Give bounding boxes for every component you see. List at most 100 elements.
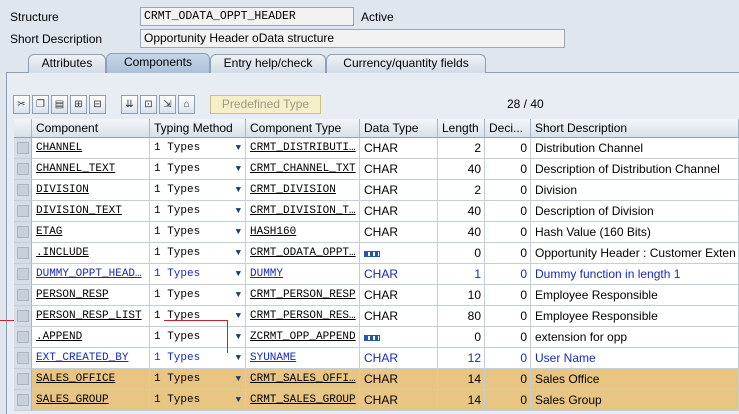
- component-type-cell[interactable]: CRMT_SALES_OFFI…: [246, 369, 360, 390]
- table-row[interactable]: PERSON_RESP_LIST 1 Types ▼ CRMT_PERSON_RES……: [14, 306, 739, 327]
- component-type-cell[interactable]: CRMT_ODATA_OPPT…: [246, 243, 360, 264]
- chevron-down-icon[interactable]: ▼: [236, 327, 241, 347]
- table-row[interactable]: EXT_CREATED_BY 1 Types ▼ SYUNAME CHAR 12 0 User…: [14, 348, 739, 369]
- paste-icon[interactable]: ▤: [51, 95, 68, 114]
- find-icon[interactable]: ⇊: [121, 95, 138, 114]
- column-header-data-type[interactable]: Data Type: [360, 119, 438, 138]
- table-row[interactable]: PERSON_RESP 1 Types ▼ CRMT_PERSON_RESP CHAR 1…: [14, 285, 739, 306]
- copy-icon[interactable]: ❐: [32, 95, 49, 114]
- component-cell[interactable]: CHANNEL_TEXT: [32, 159, 150, 180]
- tab-entry-help-check[interactable]: Entry help/check: [210, 54, 326, 73]
- row-selector[interactable]: [14, 243, 32, 264]
- component-type-cell[interactable]: CRMT_PERSON_RESP: [246, 285, 360, 306]
- component-type-cell[interactable]: ZCRMT_OPP_APPEND: [246, 327, 360, 348]
- component-cell[interactable]: SALES_GROUP: [32, 390, 150, 411]
- component-type-cell[interactable]: CRMT_DISTRIBUTI…: [246, 138, 360, 159]
- structure-field[interactable]: CRMT_ODATA_OPPT_HEADER: [140, 7, 354, 26]
- tab-components[interactable]: Components: [106, 53, 210, 74]
- typing-method-dropdown[interactable]: 1 Types ▼: [150, 159, 246, 180]
- column-header-short-description[interactable]: Short Description: [531, 119, 739, 138]
- typing-method-dropdown[interactable]: 1 Types ▼: [150, 243, 246, 264]
- chevron-down-icon[interactable]: ▼: [236, 306, 241, 326]
- short-description-field[interactable]: Opportunity Header oData structure: [140, 29, 565, 48]
- component-cell[interactable]: PERSON_RESP: [32, 285, 150, 306]
- column-select[interactable]: [14, 119, 32, 138]
- component-cell[interactable]: DIVISION: [32, 180, 150, 201]
- row-selector[interactable]: [14, 390, 32, 411]
- chevron-down-icon[interactable]: ▼: [236, 348, 241, 368]
- column-header-component[interactable]: Component: [32, 119, 150, 138]
- chevron-down-icon[interactable]: ▼: [236, 264, 241, 284]
- component-cell[interactable]: DUMMY_OPPT_HEAD…: [32, 264, 150, 285]
- component-cell[interactable]: .INCLUDE: [32, 243, 150, 264]
- typing-method-dropdown[interactable]: 1 Types ▼: [150, 138, 246, 159]
- cut-icon[interactable]: ✂: [13, 95, 30, 114]
- table-row[interactable]: ETAG 1 Types ▼ HASH160 CHAR 40 0 Hash Value (16…: [14, 222, 739, 243]
- find-next-icon[interactable]: ⇲: [159, 95, 176, 114]
- column-header-length[interactable]: Length: [438, 119, 485, 138]
- typing-method-dropdown[interactable]: 1 Types ▼: [150, 264, 246, 285]
- component-cell[interactable]: SALES_OFFICE: [32, 369, 150, 390]
- chevron-down-icon[interactable]: ▼: [236, 138, 241, 158]
- table-row[interactable]: DIVISION_TEXT 1 Types ▼ CRMT_DIVISION_T… CHA…: [14, 201, 739, 222]
- tab-currency-quantity-fields[interactable]: Currency/quantity fields: [326, 54, 486, 73]
- row-selector[interactable]: [14, 222, 32, 243]
- table-row[interactable]: SALES_OFFICE 1 Types ▼ CRMT_SALES_OFFI… CHAR…: [14, 369, 739, 390]
- component-cell[interactable]: PERSON_RESP_LIST: [32, 306, 150, 327]
- insert-row-icon[interactable]: ⊞: [70, 95, 87, 114]
- typing-method-dropdown[interactable]: 1 Types ▼: [150, 285, 246, 306]
- delete-row-icon[interactable]: ⊟: [89, 95, 106, 114]
- component-type-cell[interactable]: CRMT_DIVISION: [246, 180, 360, 201]
- table-row[interactable]: SALES_GROUP 1 Types ▼ CRMT_SALES_GROUP CHAR 1…: [14, 390, 739, 411]
- component-type-cell[interactable]: CRMT_CHANNEL_TXT: [246, 159, 360, 180]
- row-selector[interactable]: [14, 285, 32, 306]
- row-selector[interactable]: [14, 201, 32, 222]
- column-header-decimals[interactable]: Deci...: [485, 119, 531, 138]
- typing-method-dropdown[interactable]: 1 Types ▼: [150, 180, 246, 201]
- component-type-cell[interactable]: HASH160: [246, 222, 360, 243]
- component-type-cell[interactable]: CRMT_PERSON_RES…: [246, 306, 360, 327]
- component-cell[interactable]: DIVISION_TEXT: [32, 201, 150, 222]
- chevron-down-icon[interactable]: ▼: [236, 390, 241, 410]
- row-selector[interactable]: [14, 348, 32, 369]
- insert-table-icon[interactable]: ⊡: [140, 95, 157, 114]
- move-up-icon[interactable]: ⌂: [178, 95, 195, 114]
- chevron-down-icon[interactable]: ▼: [236, 243, 241, 263]
- component-cell[interactable]: CHANNEL: [32, 138, 150, 159]
- row-selector[interactable]: [14, 264, 32, 285]
- component-type-cell[interactable]: CRMT_SALES_GROUP: [246, 390, 360, 411]
- component-cell[interactable]: .APPEND: [32, 327, 150, 348]
- chevron-down-icon[interactable]: ▼: [236, 201, 241, 221]
- typing-method-dropdown[interactable]: 1 Types ▼: [150, 369, 246, 390]
- typing-method-dropdown[interactable]: 1 Types ▼: [150, 327, 246, 348]
- table-row[interactable]: CHANNEL 1 Types ▼ CRMT_DISTRIBUTI… CHAR 2 0 Dis…: [14, 138, 739, 159]
- chevron-down-icon[interactable]: ▼: [236, 159, 241, 179]
- table-row[interactable]: DUMMY_OPPT_HEAD… 1 Types ▼ DUMMY CHAR 1 0 Dummy…: [14, 264, 739, 285]
- row-selector[interactable]: [14, 327, 32, 348]
- table-row[interactable]: DIVISION 1 Types ▼ CRMT_DIVISION CHAR 2 0 Divis…: [14, 180, 739, 201]
- component-type-cell[interactable]: CRMT_DIVISION_T…: [246, 201, 360, 222]
- typing-method-dropdown[interactable]: 1 Types ▼: [150, 348, 246, 369]
- typing-method-dropdown[interactable]: 1 Types ▼: [150, 222, 246, 243]
- component-cell[interactable]: EXT_CREATED_BY: [32, 348, 150, 369]
- row-selector[interactable]: [14, 180, 32, 201]
- table-row[interactable]: .APPEND 1 Types ▼ ZCRMT_OPP_APPEND 0 0 extensi…: [14, 327, 739, 348]
- component-type-cell[interactable]: DUMMY: [246, 264, 360, 285]
- tab-attributes[interactable]: Attributes: [28, 54, 106, 73]
- component-cell[interactable]: ETAG: [32, 222, 150, 243]
- chevron-down-icon[interactable]: ▼: [236, 222, 241, 242]
- row-selector[interactable]: [14, 138, 32, 159]
- column-header-component-type[interactable]: Component Type: [246, 119, 360, 138]
- table-row[interactable]: .INCLUDE 1 Types ▼ CRMT_ODATA_OPPT… 0 0 Opport…: [14, 243, 739, 264]
- chevron-down-icon[interactable]: ▼: [236, 180, 241, 200]
- typing-method-dropdown[interactable]: 1 Types ▼: [150, 390, 246, 411]
- typing-method-dropdown[interactable]: 1 Types ▼: [150, 201, 246, 222]
- predefined-type-button[interactable]: Predefined Type: [210, 95, 321, 114]
- table-row[interactable]: CHANNEL_TEXT 1 Types ▼ CRMT_CHANNEL_TXT CHAR…: [14, 159, 739, 180]
- chevron-down-icon[interactable]: ▼: [236, 285, 241, 305]
- typing-method-dropdown[interactable]: 1 Types ▼: [150, 306, 246, 327]
- row-selector[interactable]: [14, 159, 32, 180]
- row-selector[interactable]: [14, 369, 32, 390]
- column-header-typing-method[interactable]: Typing Method: [150, 119, 246, 138]
- chevron-down-icon[interactable]: ▼: [236, 369, 241, 389]
